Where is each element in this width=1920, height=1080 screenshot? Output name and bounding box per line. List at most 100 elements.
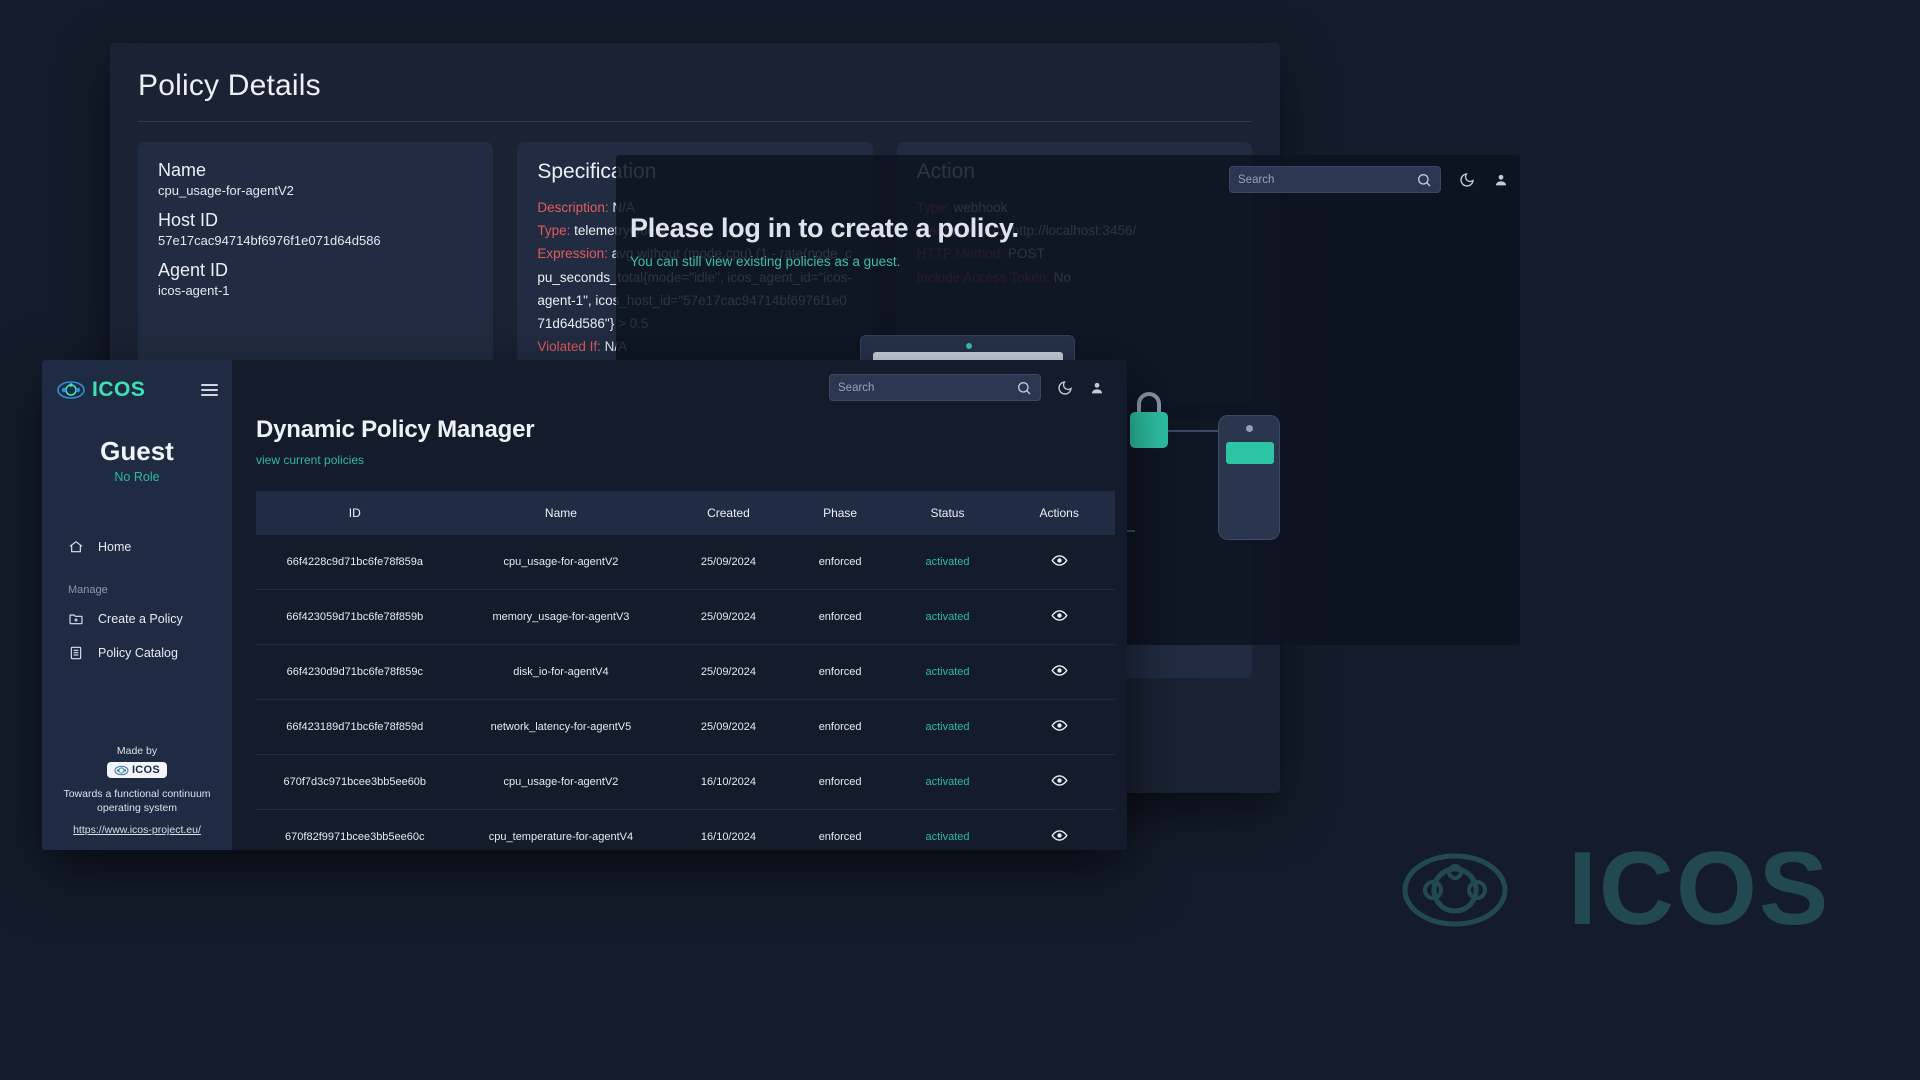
- login-prompt-subtitle: You can still view existing policies as …: [630, 254, 1230, 269]
- table-row[interactable]: 66f423189d71bc6fe78f859dnetwork_latency-…: [256, 700, 1115, 755]
- table-head: ID Name Created Phase Status Actions: [256, 491, 1115, 535]
- policy-details-title: Policy Details: [110, 43, 1280, 103]
- cell-id: 66f4228c9d71bc6fe78f859a: [256, 535, 454, 590]
- icos-watermark: ICOS: [1400, 830, 1830, 949]
- cell-phase: enforced: [789, 755, 892, 810]
- moon-icon[interactable]: [1459, 172, 1475, 188]
- sidebar-tagline: Towards a functional continuum operating…: [56, 787, 218, 815]
- person-icon[interactable]: [1089, 380, 1105, 396]
- cell-name: cpu_usage-for-agentV2: [454, 535, 669, 590]
- icos-watermark-text: ICOS: [1568, 830, 1830, 949]
- status-badge: activated: [892, 590, 1004, 645]
- table-row[interactable]: 66f4230d9d71bc6fe78f859cdisk_io-for-agen…: [256, 645, 1115, 700]
- eye-icon[interactable]: [1051, 827, 1068, 844]
- cell-phase: enforced: [789, 645, 892, 700]
- hamburger-icon[interactable]: [201, 384, 218, 396]
- cell-id: 670f82f9971bcee3bb5ee60c: [256, 810, 454, 851]
- sidebar-section-manage: Manage: [42, 564, 232, 602]
- table-row[interactable]: 670f7d3c971bcee3bb5ee60bcpu_usage-for-ag…: [256, 755, 1115, 810]
- cell-created: 25/09/2024: [668, 535, 788, 590]
- search-icon[interactable]: [1016, 380, 1032, 396]
- person-icon[interactable]: [1493, 172, 1509, 188]
- column-header-actions: Actions: [1003, 491, 1115, 535]
- table-row[interactable]: 670f82f9971bcee3bb5ee60ccpu_temperature-…: [256, 810, 1115, 851]
- cell-phase: enforced: [789, 700, 892, 755]
- cell-name: cpu_temperature-for-agentV4: [454, 810, 669, 851]
- cell-id: 66f423189d71bc6fe78f859d: [256, 700, 454, 755]
- cell-phase: enforced: [789, 590, 892, 645]
- cell-phase: enforced: [789, 535, 892, 590]
- cell-created: 25/09/2024: [668, 590, 788, 645]
- cell-name: cpu_usage-for-agentV2: [454, 755, 669, 810]
- eye-icon[interactable]: [1051, 717, 1068, 734]
- sidebar-item-create-a-policy-label: Create a Policy: [98, 612, 183, 626]
- sidebar-logo[interactable]: ICOS: [56, 378, 145, 402]
- column-header-status: Status: [892, 491, 1004, 535]
- screen-root: ICOS Policy Details Name cpu_usage-for-a…: [0, 0, 1920, 1080]
- column-header-created: Created: [668, 491, 788, 535]
- spec-type-key: Type:: [537, 223, 570, 238]
- cell-created: 25/09/2024: [668, 645, 788, 700]
- cell-actions: [1003, 755, 1115, 810]
- cell-id: 66f4230d9d71bc6fe78f859c: [256, 645, 454, 700]
- sidebar-item-home[interactable]: Home: [42, 530, 232, 564]
- status-badge: activated: [892, 645, 1004, 700]
- table-row[interactable]: 66f423059d71bc6fe78f859bmemory_usage-for…: [256, 590, 1115, 645]
- sidebar-item-home-label: Home: [98, 540, 131, 554]
- icos-logo-icon: [56, 379, 86, 401]
- expression-key: Expression:: [537, 246, 608, 261]
- host-id-value: 57e17cac94714bf6976f1e071d64d586: [158, 233, 473, 248]
- table-row[interactable]: 66f4228c9d71bc6fe78f859acpu_usage-for-ag…: [256, 535, 1115, 590]
- cell-created: 25/09/2024: [668, 700, 788, 755]
- icos-badge-logo-icon: [114, 765, 129, 776]
- project-website-link[interactable]: https://www.icos-project.eu/: [56, 824, 218, 836]
- cell-actions: [1003, 810, 1115, 851]
- cell-name: disk_io-for-agentV4: [454, 645, 669, 700]
- front-search-box[interactable]: [829, 374, 1041, 401]
- cell-created: 16/10/2024: [668, 755, 788, 810]
- user-role: No Role: [42, 470, 232, 484]
- sidebar-logo-text: ICOS: [92, 378, 145, 402]
- login-prompt-title: Please log in to create a policy.: [630, 213, 1230, 244]
- cell-actions: [1003, 535, 1115, 590]
- background-header-controls: [1229, 166, 1509, 193]
- policies-table-wrapper: ID Name Created Phase Status Actions 66f…: [256, 491, 1115, 850]
- folder-plus-icon: [68, 611, 84, 627]
- status-badge: activated: [892, 755, 1004, 810]
- cell-actions: [1003, 645, 1115, 700]
- table-header-row: ID Name Created Phase Status Actions: [256, 491, 1115, 535]
- cell-actions: [1003, 590, 1115, 645]
- background-search-input[interactable]: [1238, 174, 1416, 186]
- column-header-id: ID: [256, 491, 454, 535]
- search-input[interactable]: [838, 382, 1016, 394]
- eye-icon[interactable]: [1051, 552, 1068, 569]
- list-document-icon: [68, 645, 84, 661]
- status-badge: activated: [892, 700, 1004, 755]
- name-label: Name: [158, 160, 473, 181]
- table-body: 66f4228c9d71bc6fe78f859acpu_usage-for-ag…: [256, 535, 1115, 850]
- page-subtitle[interactable]: view current policies: [232, 453, 1127, 467]
- policies-table: ID Name Created Phase Status Actions 66f…: [256, 491, 1115, 850]
- user-info: Guest No Role: [42, 436, 232, 484]
- eye-icon[interactable]: [1051, 607, 1068, 624]
- background-search-box[interactable]: [1229, 166, 1441, 193]
- sidebar-item-create-a-policy[interactable]: Create a Policy: [42, 602, 232, 636]
- agent-id-label: Agent ID: [158, 260, 473, 281]
- violated-if-key: Violated If:: [537, 339, 601, 354]
- search-icon[interactable]: [1416, 172, 1432, 188]
- name-value: cpu_usage-for-agentV2: [158, 183, 473, 198]
- sidebar-item-policy-catalog[interactable]: Policy Catalog: [42, 636, 232, 670]
- sidebar: ICOS Guest No Role Home Manage: [42, 360, 232, 850]
- cell-created: 16/10/2024: [668, 810, 788, 851]
- eye-icon[interactable]: [1051, 662, 1068, 679]
- home-icon: [68, 539, 84, 555]
- eye-icon[interactable]: [1051, 772, 1068, 789]
- column-header-name: Name: [454, 491, 669, 535]
- dynamic-policy-manager-window: ICOS Guest No Role Home Manage: [42, 360, 1127, 850]
- agent-id-value: icos-agent-1: [158, 283, 473, 298]
- cell-id: 670f7d3c971bcee3bb5ee60b: [256, 755, 454, 810]
- made-by-label: Made by: [56, 745, 218, 757]
- moon-icon[interactable]: [1057, 380, 1073, 396]
- icos-watermark-logo-icon: [1400, 842, 1550, 938]
- sidebar-footer: Made by ICOS Towards a functional contin…: [42, 745, 232, 850]
